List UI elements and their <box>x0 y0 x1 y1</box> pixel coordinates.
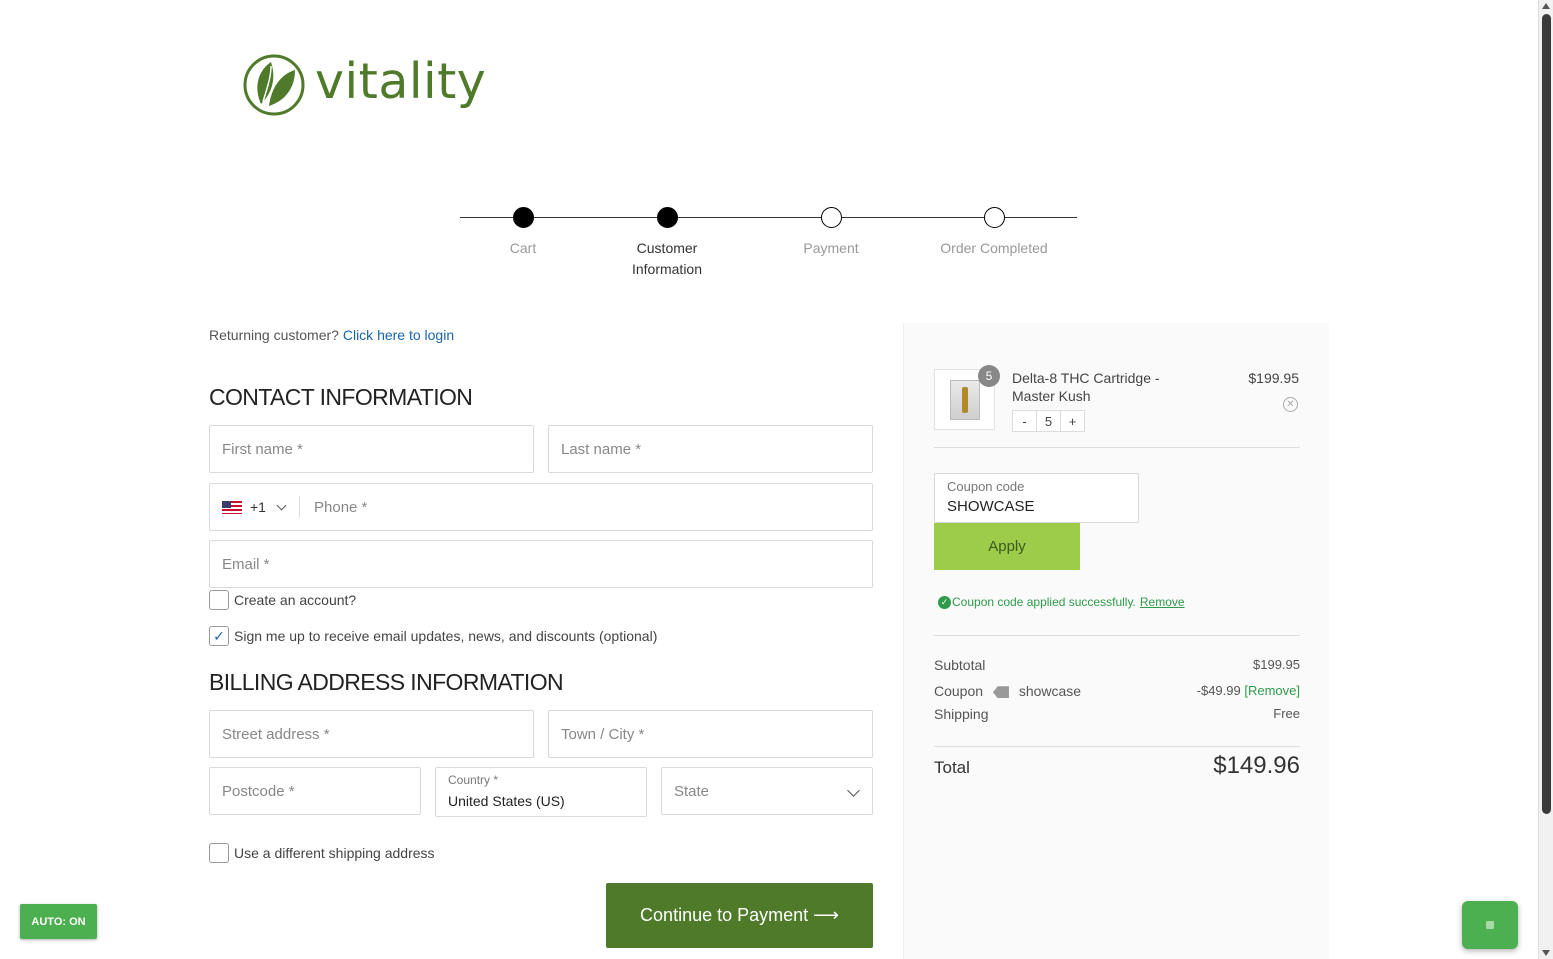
shipping-value: Free <box>1273 706 1300 721</box>
remove-item-icon[interactable]: ✕ <box>1283 397 1298 412</box>
create-account-checkbox[interactable] <box>209 590 229 610</box>
first-name-field[interactable]: First name * <box>209 425 534 473</box>
auto-toggle-button[interactable]: AUTO: ON <box>20 904 97 939</box>
brand-name: vitality <box>315 52 487 110</box>
coupon-remove-link[interactable]: Remove <box>1140 595 1185 609</box>
coupon-remove-bracket-link[interactable]: [Remove] <box>1244 683 1300 698</box>
login-link[interactable]: Click here to login <box>343 327 454 343</box>
scrollbar[interactable] <box>1538 0 1553 959</box>
apply-coupon-button[interactable]: Apply <box>934 523 1080 570</box>
newsletter-row[interactable]: ✓ Sign me up to receive email updates, n… <box>209 626 657 646</box>
email-placeholder: Email * <box>222 556 270 573</box>
newsletter-checkbox[interactable]: ✓ <box>209 626 229 646</box>
postcode-placeholder: Postcode * <box>222 783 295 800</box>
step-dot <box>512 207 534 228</box>
coupon-discount-value: -$49.99 <box>1196 683 1241 698</box>
brand-logo[interactable]: vitality <box>241 52 486 118</box>
divider <box>934 635 1300 636</box>
product-price: $199.95 <box>1248 370 1299 386</box>
returning-customer: Returning customer? Click here to login <box>209 327 454 343</box>
contact-title: CONTACT INFORMATION <box>209 384 473 410</box>
step-cart[interactable]: Cart <box>453 207 593 259</box>
step-dot <box>820 207 842 228</box>
first-name-placeholder: First name * <box>222 441 303 458</box>
last-name-placeholder: Last name * <box>561 441 642 458</box>
state-placeholder: State <box>674 783 710 800</box>
coupon-row-label: Coupon <box>934 683 984 699</box>
total-row: Total $149.96 <box>934 752 1300 780</box>
step-label: Customer Information <box>631 240 703 277</box>
checkout-steps: Cart Customer Information Payment Order … <box>460 207 1077 287</box>
phone-placeholder: Phone * <box>314 499 368 516</box>
coupon-row: Coupon showcase -$49.99 [Remove] <box>934 683 1300 699</box>
divider <box>934 447 1300 448</box>
leaf-logo-icon <box>243 54 305 116</box>
scrollbar-thumb[interactable] <box>1542 14 1551 814</box>
different-shipping-row[interactable]: Use a different shipping address <box>209 843 435 863</box>
total-label: Total <box>934 758 970 777</box>
chevron-down-icon <box>847 784 860 797</box>
returning-text: Returning customer? <box>209 327 339 343</box>
floating-action-button[interactable] <box>1462 901 1518 949</box>
country-label: Country * <box>448 773 499 787</box>
state-select[interactable]: State <box>661 767 873 815</box>
scroll-up-arrow-icon[interactable] <box>1542 3 1550 9</box>
step-label: Order Completed <box>940 240 1048 256</box>
subtotal-value: $199.95 <box>1253 657 1300 672</box>
country-select[interactable]: Country * United States (US) <box>435 767 647 817</box>
step-label: Payment <box>803 240 859 256</box>
tag-icon <box>992 686 1009 699</box>
billing-title: BILLING ADDRESS INFORMATION <box>209 669 564 695</box>
city-field[interactable]: Town / City * <box>548 710 873 758</box>
newsletter-label: Sign me up to receive email updates, new… <box>234 628 658 644</box>
last-name-field[interactable]: Last name * <box>548 425 873 473</box>
city-placeholder: Town / City * <box>561 726 645 743</box>
coupon-row-code: showcase <box>1018 683 1082 699</box>
email-field[interactable]: Email * <box>209 540 873 588</box>
phone-code: +1 <box>250 499 266 515</box>
quantity-stepper: - 5 + <box>1012 410 1085 432</box>
total-value: $149.96 <box>1213 752 1300 779</box>
coupon-success-message: ✓ Coupon code applied successfully. Remo… <box>938 595 1185 609</box>
subtotal-row: Subtotal $199.95 <box>934 657 1300 673</box>
divider <box>934 746 1300 747</box>
phone-separator <box>299 496 300 518</box>
subtotal-label: Subtotal <box>934 657 986 673</box>
step-payment: Payment <box>761 207 901 259</box>
shipping-label: Shipping <box>934 706 989 722</box>
street-placeholder: Street address * <box>222 726 330 743</box>
quantity-badge: 5 <box>978 365 1000 387</box>
step-order-completed: Order Completed <box>924 207 1064 259</box>
shipping-row: Shipping Free <box>934 706 1300 722</box>
continue-to-payment-button[interactable]: Continue to Payment ⟶ <box>606 883 873 948</box>
phone-field[interactable]: +1 Phone * <box>209 483 873 531</box>
country-value: United States (US) <box>448 793 565 809</box>
qty-value[interactable]: 5 <box>1036 410 1061 432</box>
coupon-value: SHOWCASE <box>947 498 1035 515</box>
step-dot <box>656 207 678 228</box>
street-address-field[interactable]: Street address * <box>209 710 534 758</box>
qty-increase-button[interactable]: + <box>1060 410 1085 432</box>
coupon-code-field[interactable]: Coupon code SHOWCASE <box>934 473 1139 523</box>
different-shipping-checkbox[interactable] <box>209 843 229 863</box>
product-name: Delta-8 THC Cartridge - Master Kush <box>1012 370 1160 404</box>
step-customer-information: Customer Information <box>597 207 737 280</box>
chevron-down-icon <box>276 500 287 510</box>
create-account-row[interactable]: Create an account? <box>209 590 356 610</box>
qty-decrease-button[interactable]: - <box>1012 410 1037 432</box>
different-shipping-label: Use a different shipping address <box>234 845 435 861</box>
step-label: Cart <box>509 240 537 256</box>
us-flag-icon <box>222 500 242 514</box>
coupon-message-text: Coupon code applied successfully. <box>952 595 1136 609</box>
coupon-label: Coupon code <box>947 479 1025 494</box>
step-dot <box>983 207 1005 228</box>
scroll-down-arrow-icon[interactable] <box>1542 950 1550 956</box>
check-circle-icon: ✓ <box>938 595 951 609</box>
widget-icon <box>1486 921 1494 929</box>
phone-country-select[interactable]: +1 <box>222 499 287 515</box>
create-account-label: Create an account? <box>234 592 357 608</box>
postcode-field[interactable]: Postcode * <box>209 767 421 815</box>
cartridge-image <box>949 379 980 420</box>
